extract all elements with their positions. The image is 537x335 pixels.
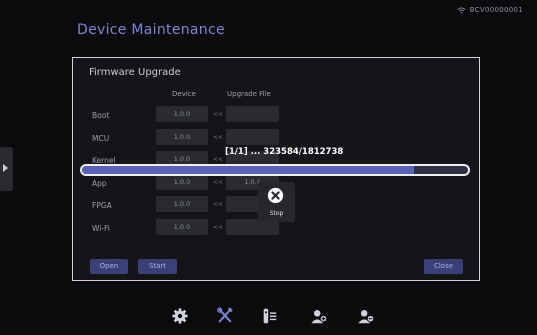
arrow-kernel: <<	[213, 156, 224, 163]
close-circle-icon	[267, 187, 284, 204]
column-header-device: Device	[172, 90, 196, 98]
open-button[interactable]: Open	[90, 259, 128, 274]
arrow-boot: <<	[213, 111, 224, 118]
status-bar: BCV00000001	[457, 6, 523, 14]
tools-icon[interactable]	[216, 307, 234, 325]
device-version-wifi: 1.0.0	[156, 219, 208, 235]
panel-title: Firmware Upgrade	[89, 67, 181, 78]
row-label-wifi: Wi-Fi	[92, 224, 110, 233]
device-id: BCV00000001	[469, 6, 523, 14]
page-title: Device Maintenance	[77, 22, 225, 38]
row-label-app: App	[92, 179, 107, 188]
stop-button[interactable]: Stop	[258, 182, 295, 222]
add-user-icon[interactable]	[310, 307, 328, 325]
row-label-boot: Boot	[92, 111, 110, 120]
arrow-app: <<	[213, 179, 224, 186]
upgrade-progress-bar	[80, 164, 470, 176]
side-drawer-handle[interactable]	[0, 147, 13, 191]
progress-fill	[82, 166, 414, 174]
row-label-mcu: MCU	[92, 134, 110, 143]
arrow-wifi: <<	[213, 224, 224, 231]
stop-label: Stop	[269, 210, 284, 217]
upgrade-file-mcu[interactable]	[226, 129, 279, 145]
row-label-fpga: FPGA	[92, 201, 112, 210]
device-version-app: 1.0.0	[156, 174, 208, 190]
device-version-fpga: 1.0.0	[156, 196, 208, 212]
upgrade-file-boot[interactable]	[226, 106, 279, 122]
close-button[interactable]: Close	[424, 259, 463, 274]
arrow-mcu: <<	[213, 134, 224, 141]
arrow-fpga: <<	[213, 201, 224, 208]
device-version-boot: 1.0.0	[156, 106, 208, 122]
device-list-icon[interactable]	[261, 307, 279, 325]
remove-user-icon[interactable]	[357, 307, 375, 325]
gear-icon[interactable]	[171, 307, 189, 325]
wifi-icon	[457, 7, 466, 13]
chevron-right-icon	[3, 164, 8, 172]
column-header-upgrade-file: Upgrade File	[227, 90, 271, 98]
bottom-dock	[0, 296, 537, 335]
start-button[interactable]: Start	[138, 259, 177, 274]
device-version-mcu: 1.0.0	[156, 129, 208, 145]
progress-text: [1/1] ... 323584/1812738	[225, 147, 344, 157]
